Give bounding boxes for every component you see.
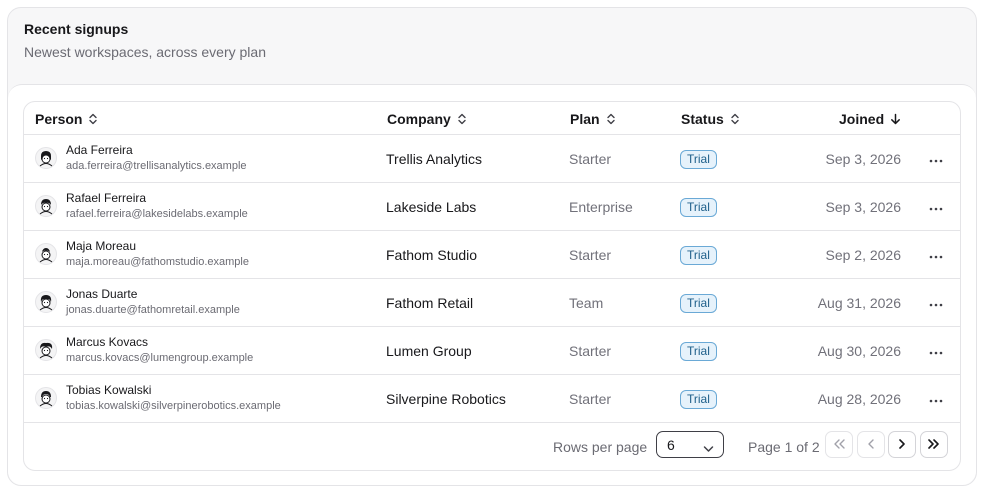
column-header-plan[interactable]: Plan bbox=[570, 102, 616, 135]
page-indicator: Page 1 of 2 bbox=[748, 439, 820, 455]
chevron-down-icon bbox=[703, 440, 714, 456]
avatar bbox=[35, 147, 57, 169]
person-name: Jonas Duarte bbox=[66, 287, 138, 301]
status-badge: Trial bbox=[680, 246, 717, 265]
table-row[interactable]: Jonas Duarte jonas.duarte@fathomretail.e… bbox=[24, 279, 960, 327]
arrow-down-icon bbox=[890, 113, 901, 125]
plan-name: Team bbox=[569, 295, 604, 311]
plan-name: Starter bbox=[569, 391, 612, 407]
person-name: Rafael Ferreira bbox=[66, 191, 147, 205]
recent-signups-card: Recent signups Newest workspaces, across… bbox=[7, 7, 977, 486]
person-email: rafael.ferreira@lakesidelabs.example bbox=[66, 208, 248, 220]
column-header-label: Plan bbox=[570, 110, 600, 127]
column-header-person[interactable]: Person bbox=[35, 102, 98, 135]
next-page-button[interactable] bbox=[888, 431, 916, 458]
table-row[interactable]: Tobias Kowalski tobias.kowalski@silverpi… bbox=[24, 375, 960, 423]
company-name: Fathom Retail bbox=[386, 295, 474, 311]
card-content: Person Company Plan Status Joined Ada Fe… bbox=[8, 84, 976, 485]
avatar bbox=[35, 387, 57, 409]
row-actions-button[interactable] bbox=[924, 389, 948, 409]
person-name: Tobias Kowalski bbox=[66, 383, 152, 397]
pagination: Rows per page 6 Page 1 of 2 bbox=[24, 431, 960, 470]
table-row[interactable]: Rafael Ferreira rafael.ferreira@lakeside… bbox=[24, 183, 960, 231]
chevrons-right-icon bbox=[928, 436, 940, 454]
column-header-status[interactable]: Status bbox=[681, 102, 740, 135]
joined-date: Sep 2, 2026 bbox=[825, 247, 901, 263]
chevrons-up-down-icon bbox=[606, 113, 616, 125]
row-actions-button[interactable] bbox=[924, 149, 948, 169]
joined-date: Aug 31, 2026 bbox=[817, 295, 901, 311]
card-title: Recent signups bbox=[24, 21, 129, 37]
column-header-company[interactable]: Company bbox=[387, 102, 467, 135]
avatar bbox=[35, 243, 57, 265]
rows-per-page-value: 6 bbox=[667, 436, 675, 453]
person-name: Ada Ferreira bbox=[66, 143, 133, 157]
person-email: tobias.kowalski@silverpinerobotics.examp… bbox=[66, 400, 281, 412]
row-actions-button[interactable] bbox=[924, 197, 948, 217]
column-header-label: Status bbox=[681, 110, 724, 127]
more-horizontal-icon bbox=[929, 150, 943, 168]
status-badge: Trial bbox=[680, 198, 717, 217]
company-name: Lumen Group bbox=[386, 343, 472, 359]
person-name: Maja Moreau bbox=[66, 239, 137, 253]
person-email: marcus.kovacs@lumengroup.example bbox=[66, 352, 254, 364]
column-header-label: Joined bbox=[839, 110, 885, 127]
more-horizontal-icon bbox=[929, 198, 943, 216]
company-name: Lakeside Labs bbox=[386, 199, 477, 215]
plan-name: Starter bbox=[569, 247, 612, 263]
status-badge: Trial bbox=[680, 150, 717, 169]
chevrons-up-down-icon bbox=[457, 113, 467, 125]
table-row[interactable]: Marcus Kovacs marcus.kovacs@lumengroup.e… bbox=[24, 327, 960, 375]
plan-name: Enterprise bbox=[569, 199, 633, 215]
plan-name: Starter bbox=[569, 151, 612, 167]
column-header-label: Person bbox=[35, 110, 83, 127]
card-description: Newest workspaces, across every plan bbox=[24, 44, 266, 60]
joined-date: Sep 3, 2026 bbox=[825, 199, 901, 215]
person-email: jonas.duarte@fathomretail.example bbox=[66, 304, 240, 316]
avatar bbox=[35, 339, 57, 361]
status-badge: Trial bbox=[680, 342, 717, 361]
joined-date: Aug 28, 2026 bbox=[817, 391, 901, 407]
table-header: Person Company Plan Status Joined bbox=[24, 102, 960, 135]
more-horizontal-icon bbox=[929, 390, 943, 408]
table-row[interactable]: Maja Moreau maja.moreau@fathomstudio.exa… bbox=[24, 231, 960, 279]
more-horizontal-icon bbox=[929, 342, 943, 360]
rows-per-page-select[interactable]: 6 bbox=[656, 431, 724, 458]
person-email: ada.ferreira@trellisanalytics.example bbox=[66, 160, 247, 172]
person-email: maja.moreau@fathomstudio.example bbox=[66, 256, 249, 268]
person-name: Marcus Kovacs bbox=[66, 335, 149, 349]
status-badge: Trial bbox=[680, 390, 717, 409]
row-actions-button[interactable] bbox=[924, 341, 948, 361]
previous-page-button[interactable] bbox=[857, 431, 885, 458]
company-name: Fathom Studio bbox=[386, 247, 478, 263]
avatar bbox=[35, 195, 57, 217]
signups-table: Person Company Plan Status Joined Ada Fe… bbox=[23, 101, 961, 471]
row-actions-button[interactable] bbox=[924, 293, 948, 313]
column-header-joined[interactable]: Joined bbox=[839, 102, 901, 135]
more-horizontal-icon bbox=[929, 294, 943, 312]
chevrons-up-down-icon bbox=[88, 113, 98, 125]
company-name: Trellis Analytics bbox=[386, 151, 482, 167]
chevron-left-icon bbox=[867, 436, 875, 454]
chevrons-up-down-icon bbox=[730, 113, 740, 125]
column-header-label: Company bbox=[387, 110, 451, 127]
last-page-button[interactable] bbox=[920, 431, 948, 458]
company-name: Silverpine Robotics bbox=[386, 391, 506, 407]
more-horizontal-icon bbox=[929, 246, 943, 264]
plan-name: Starter bbox=[569, 343, 612, 359]
joined-date: Aug 30, 2026 bbox=[817, 343, 901, 359]
first-page-button[interactable] bbox=[825, 431, 853, 458]
row-actions-button[interactable] bbox=[924, 245, 948, 265]
chevrons-left-icon bbox=[833, 436, 845, 454]
table-row[interactable]: Ada Ferreira ada.ferreira@trellisanalyti… bbox=[24, 135, 960, 183]
status-badge: Trial bbox=[680, 294, 717, 313]
joined-date: Sep 3, 2026 bbox=[825, 151, 901, 167]
avatar bbox=[35, 291, 57, 313]
chevron-right-icon bbox=[898, 436, 906, 454]
rows-per-page-label: Rows per page bbox=[553, 439, 648, 455]
